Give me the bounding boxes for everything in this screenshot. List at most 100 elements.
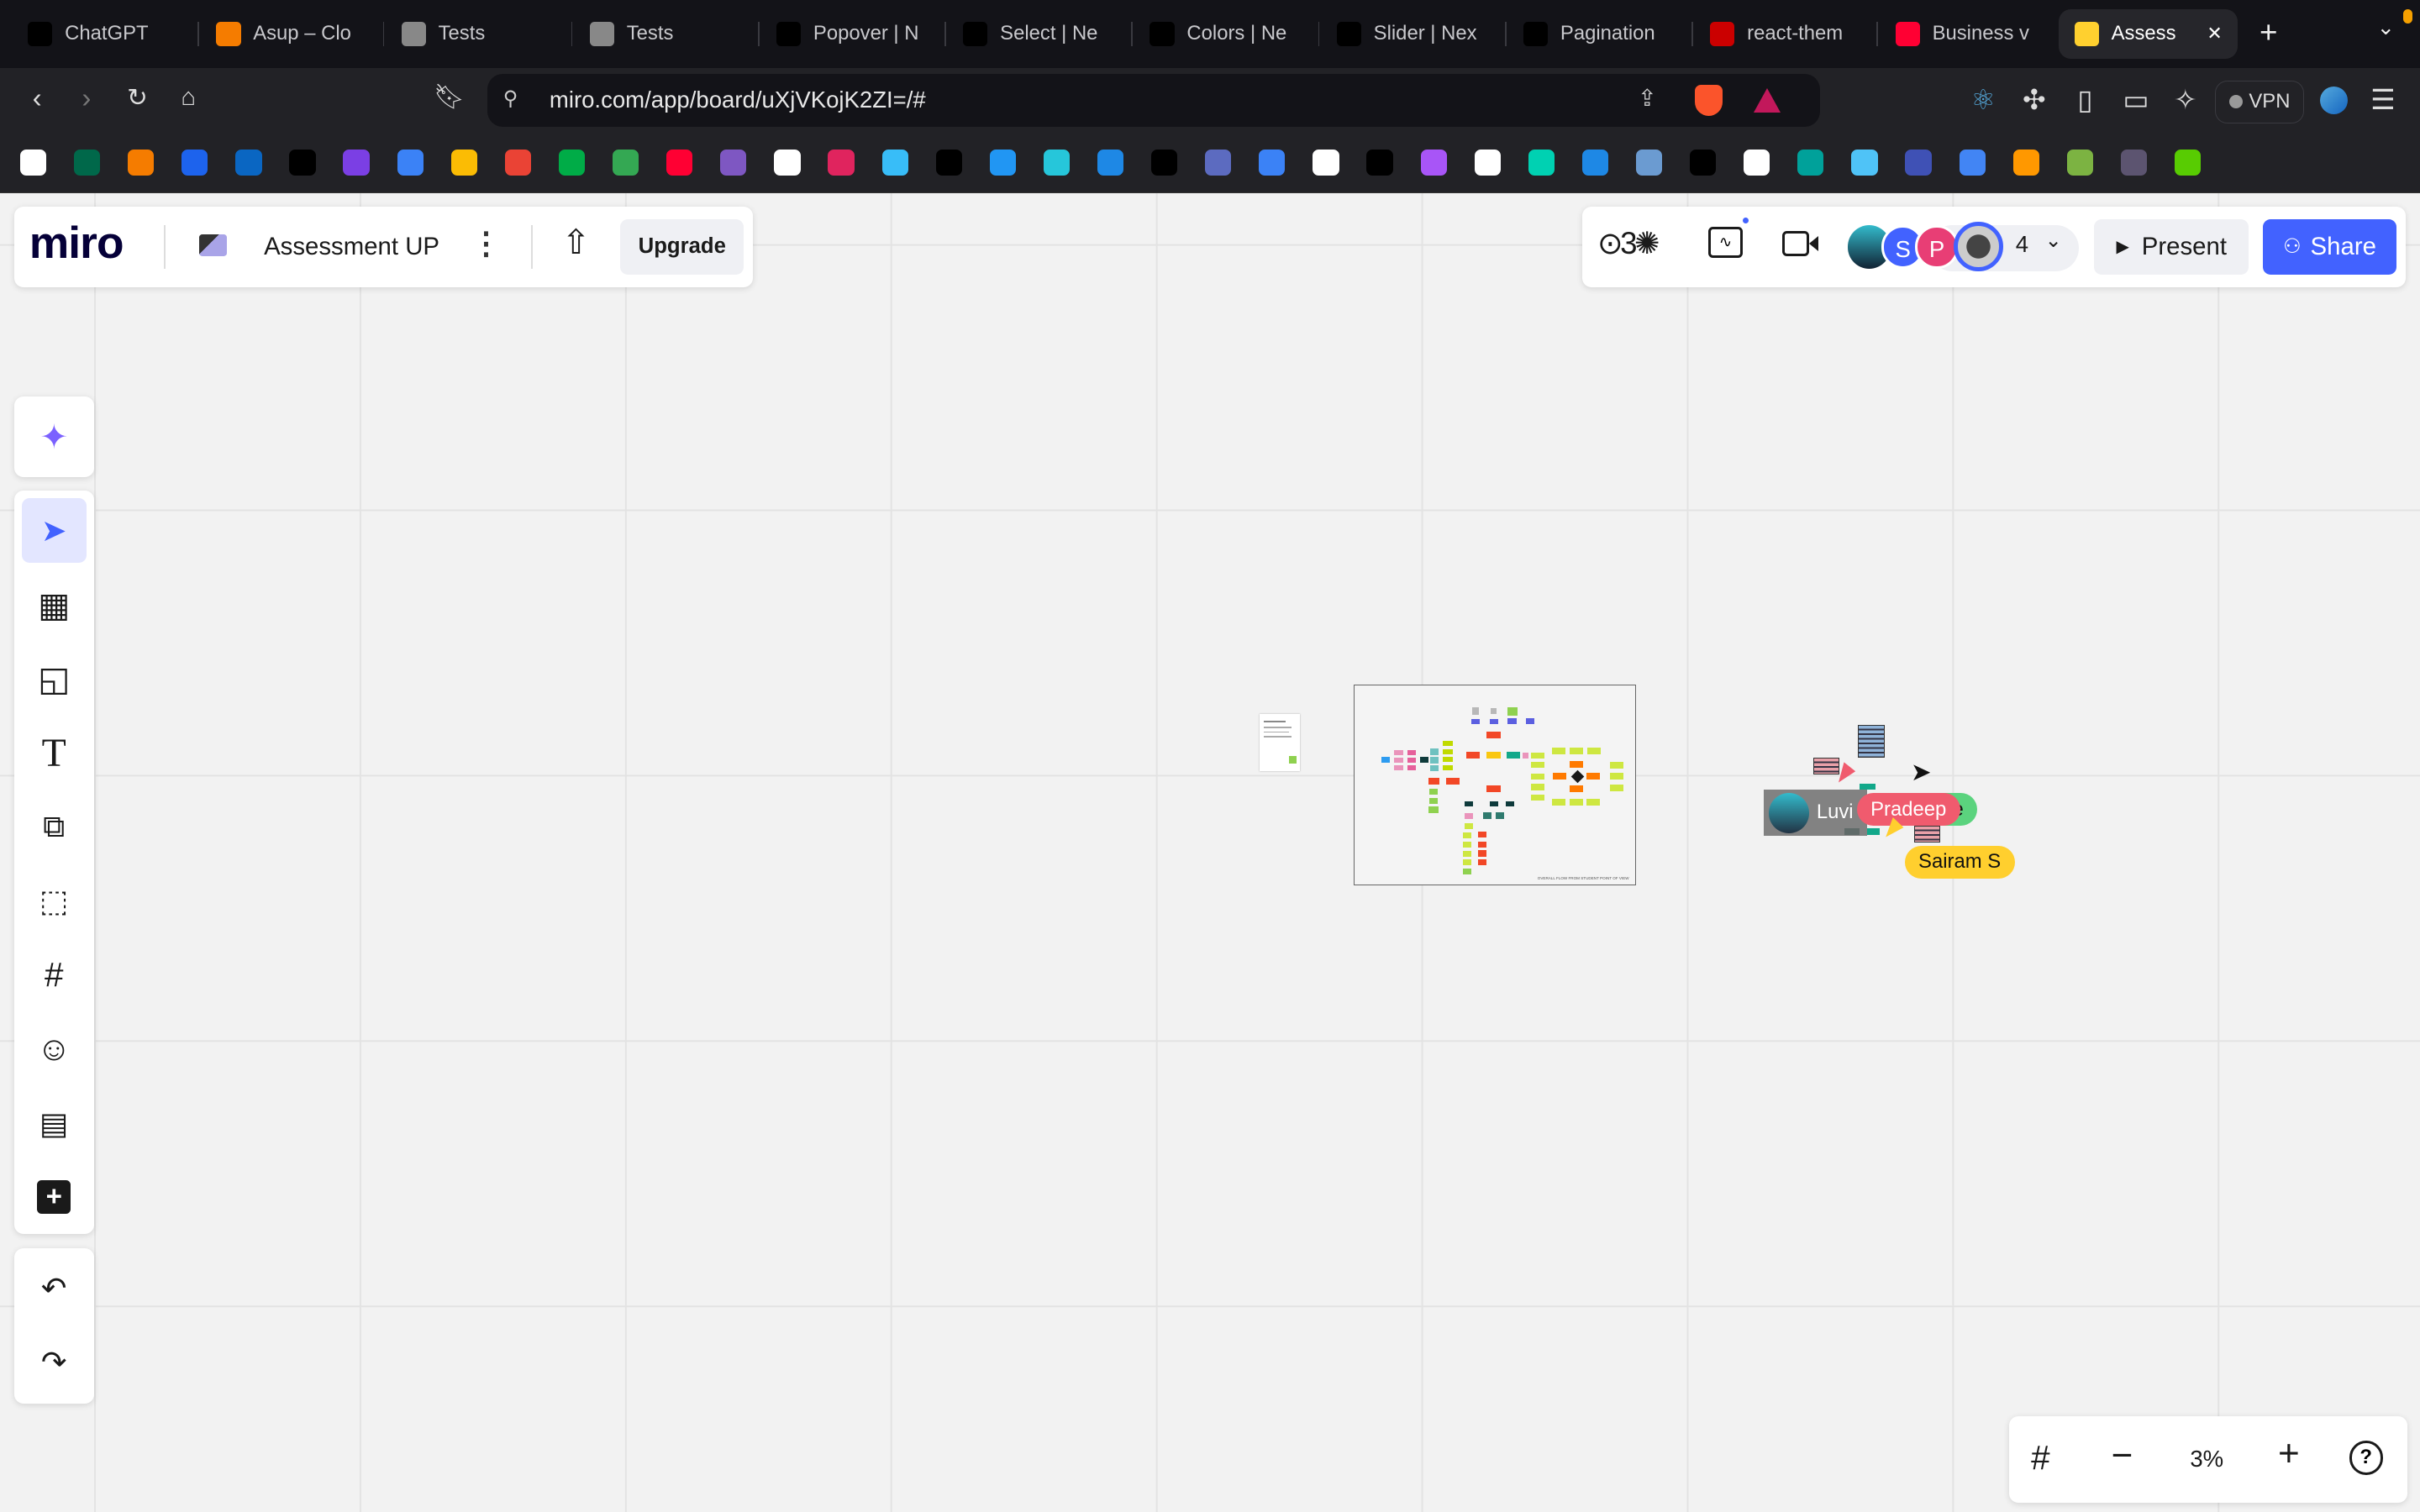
bookmark-icon[interactable] [989, 150, 1016, 176]
extensions-icon[interactable]: ✣ [2016, 83, 2053, 117]
fit-to-screen-icon[interactable]: # [2031, 1438, 2049, 1478]
browser-tab[interactable]: Assess ✕ [2059, 9, 2238, 59]
flow-node[interactable] [1429, 788, 1439, 795]
flow-node[interactable] [1552, 772, 1566, 780]
avatar[interactable]: P [1915, 225, 1959, 269]
more-tools-icon[interactable]: + [22, 1165, 87, 1230]
flow-frame[interactable]: OVERALL FLOW FROM STUDENT POINT OF VIEW [1353, 685, 1636, 886]
flow-node[interactable] [1442, 740, 1453, 746]
flow-node[interactable] [1586, 772, 1601, 780]
close-tab-icon[interactable]: ✕ [2207, 23, 2222, 45]
flow-node[interactable] [1429, 764, 1439, 771]
bookmark-icon[interactable] [235, 150, 262, 176]
zoom-level[interactable]: 3% [2190, 1446, 2223, 1473]
new-tab-button[interactable]: + [2260, 15, 2277, 50]
flow-node[interactable] [1496, 812, 1505, 820]
flow-node[interactable] [1428, 806, 1439, 813]
browser-tab[interactable]: Colors | Ne [1134, 9, 1307, 59]
flow-node[interactable] [1609, 761, 1623, 769]
bookmark-icon[interactable] [450, 150, 477, 176]
flow-node[interactable] [1478, 858, 1487, 865]
reload-icon[interactable]: ↻ [118, 83, 155, 113]
flow-node[interactable] [1407, 749, 1417, 755]
bookmark-icon[interactable] [1581, 150, 1609, 176]
current-user-avatar[interactable] [1954, 222, 2004, 272]
leo-ai-icon[interactable]: ✧ [2167, 83, 2204, 117]
flow-node[interactable] [1486, 785, 1501, 793]
tab-list-chevron-icon[interactable]: ⌄ [2377, 15, 2396, 40]
flow-node[interactable] [1407, 757, 1417, 763]
board-icon[interactable] [198, 234, 227, 256]
flow-node[interactable] [1442, 757, 1453, 763]
flow-node[interactable] [1419, 756, 1428, 763]
bookmark-icon[interactable] [1851, 150, 1878, 176]
bookmark-icon[interactable] [720, 150, 747, 176]
upgrade-button[interactable]: Upgrade [620, 218, 744, 275]
browser-tab[interactable]: Tests [386, 9, 559, 59]
comment-icon[interactable]: ▤ [22, 1091, 87, 1156]
table-widget[interactable] [1913, 825, 1940, 843]
flow-node[interactable] [1428, 777, 1439, 785]
bookmark-icon[interactable] [1744, 150, 1770, 176]
flow-node[interactable] [1429, 748, 1439, 755]
document-thumbnail[interactable] [1259, 714, 1300, 772]
select-tool-icon[interactable]: ➤ [21, 498, 87, 564]
flow-node[interactable] [1407, 764, 1417, 770]
flow-node[interactable] [1478, 850, 1487, 857]
bookmark-icon[interactable]: 🔖︎ [430, 83, 467, 112]
bookmark-icon[interactable] [2066, 150, 2093, 176]
text-tool-icon[interactable]: T [22, 721, 87, 785]
bookmark-icon[interactable] [1528, 150, 1555, 176]
undo-icon[interactable]: ↶ [22, 1256, 87, 1320]
browser-tab[interactable]: Asup – Clo [201, 9, 374, 59]
bookmark-icon[interactable] [2174, 150, 2202, 176]
browser-tab[interactable]: Select | Ne [948, 9, 1121, 59]
flow-node[interactable] [1489, 801, 1498, 807]
bookmark-icon[interactable] [774, 150, 801, 176]
flow-node[interactable] [1486, 751, 1501, 759]
flow-node[interactable] [1470, 718, 1480, 724]
menu-icon[interactable]: ☰ [2365, 83, 2402, 117]
flow-node[interactable] [1442, 765, 1453, 771]
flow-node[interactable] [1462, 832, 1471, 839]
shapes-icon[interactable]: ⧉ [22, 795, 87, 859]
flow-node[interactable] [1478, 831, 1487, 838]
flow-node[interactable] [1609, 772, 1623, 780]
activity-icon[interactable]: ∿ [1708, 226, 1743, 258]
bookmark-icon[interactable] [1635, 150, 1663, 176]
flow-node[interactable] [1394, 749, 1404, 755]
flow-node[interactable] [1569, 747, 1583, 755]
flow-node[interactable] [1462, 850, 1471, 857]
board-name[interactable]: Assessment UP [264, 233, 439, 261]
bookmark-icon[interactable] [1690, 150, 1717, 176]
bookmark-icon[interactable] [2012, 150, 2039, 176]
browser-tab[interactable]: Slider | Nex [1321, 9, 1494, 59]
flow-node[interactable] [1609, 784, 1623, 792]
flow-node[interactable] [1525, 718, 1534, 724]
flow-node[interactable] [1530, 773, 1544, 780]
flow-node[interactable] [1381, 756, 1391, 763]
bookmark-icon[interactable] [182, 150, 208, 176]
brave-rewards-icon[interactable] [1753, 88, 1781, 113]
export-icon[interactable]: ⇧ [562, 222, 591, 262]
bookmark-icon[interactable] [881, 150, 908, 176]
flow-node[interactable] [1586, 798, 1600, 806]
bookmark-icon[interactable] [1151, 150, 1178, 176]
flow-node[interactable] [1569, 798, 1583, 806]
flow-node[interactable] [1465, 801, 1474, 807]
flow-node[interactable] [1489, 718, 1498, 724]
bookmark-icon[interactable] [1366, 150, 1393, 176]
flow-node[interactable] [1465, 751, 1480, 759]
flow-node[interactable] [1442, 748, 1453, 754]
browser-profile-icon[interactable] [2319, 86, 2348, 114]
flow-node[interactable] [1482, 812, 1491, 820]
flow-node[interactable] [1462, 841, 1471, 848]
flow-node[interactable] [1394, 764, 1404, 770]
flow-node[interactable] [1478, 841, 1487, 848]
bookmark-icon[interactable] [613, 150, 639, 176]
bookmark-icon[interactable] [1474, 150, 1501, 176]
bookmark-icon[interactable] [1313, 150, 1339, 176]
flow-node[interactable] [1429, 797, 1439, 805]
forward-icon[interactable]: › [68, 83, 105, 115]
flow-node[interactable] [1462, 868, 1471, 874]
